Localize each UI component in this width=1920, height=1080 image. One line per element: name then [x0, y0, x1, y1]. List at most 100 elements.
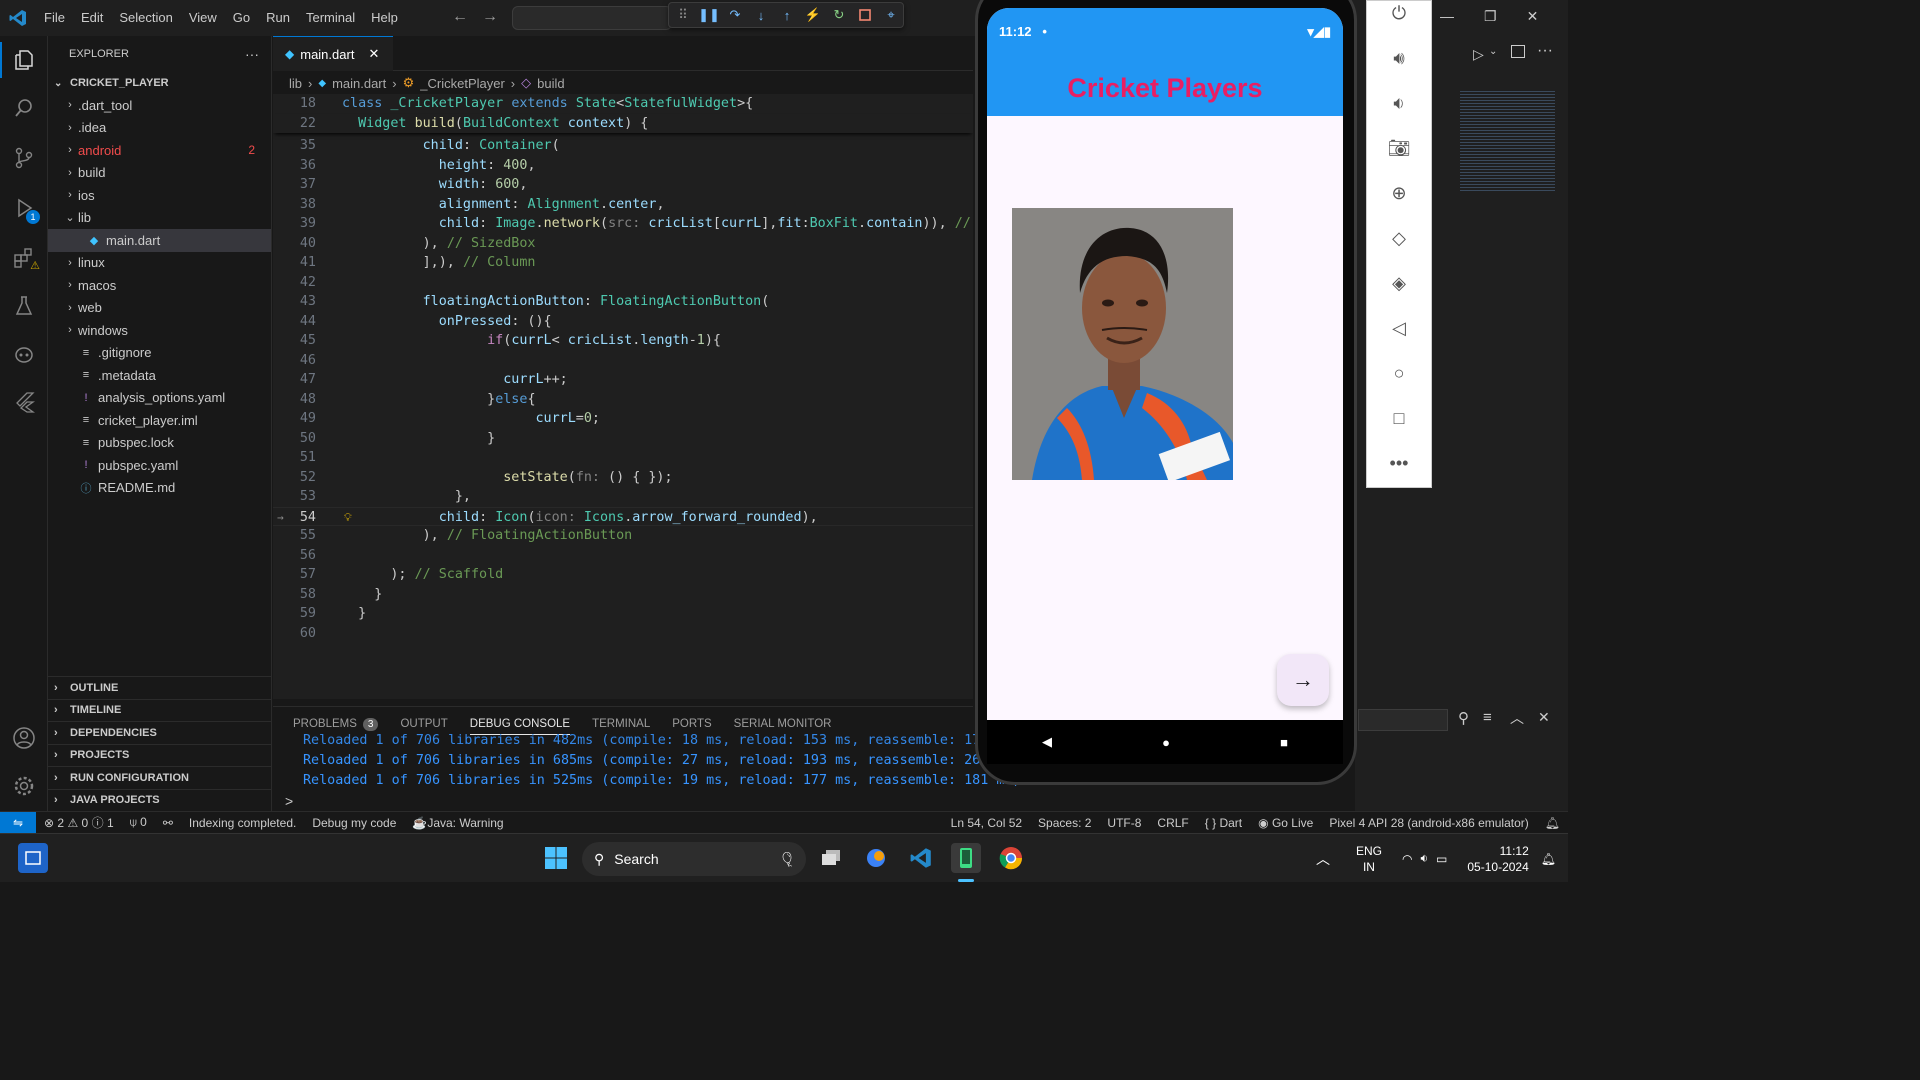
- rotate-left-icon[interactable]: ◇: [1367, 216, 1431, 261]
- file-tree-item[interactable]: ! pubspec.yaml: [48, 454, 271, 477]
- menu-view[interactable]: View: [181, 0, 225, 36]
- language-mode[interactable]: { } Dart: [1197, 816, 1250, 830]
- menu-terminal[interactable]: Terminal: [298, 0, 363, 36]
- copilot-taskbar-icon[interactable]: [861, 843, 891, 873]
- extensions-icon[interactable]: ⚠: [0, 236, 48, 280]
- chrome-taskbar-icon[interactable]: [996, 843, 1026, 873]
- tab-main-dart[interactable]: ◆ main.dart ✕: [273, 36, 393, 71]
- close-tab-icon[interactable]: ✕: [368, 46, 379, 62]
- code-line[interactable]: 38 alignment: Alignment.center,: [273, 195, 973, 215]
- language-indicator[interactable]: ENG IN: [1356, 843, 1382, 875]
- forward-arrow-icon[interactable]: →: [482, 8, 498, 26]
- console-prompt[interactable]: >: [285, 793, 293, 809]
- file-tree-item[interactable]: ◆ main.dart: [48, 229, 271, 252]
- go-live[interactable]: ◉ Go Live: [1250, 816, 1321, 830]
- encoding[interactable]: UTF-8: [1099, 816, 1149, 830]
- cursor-position[interactable]: Ln 54, Col 52: [943, 816, 1030, 830]
- android-emulator-taskbar-icon[interactable]: [951, 843, 981, 873]
- file-tree-item[interactable]: ≡ cricket_player.iml: [48, 409, 271, 432]
- section-timeline[interactable]: › TIMELINE: [48, 698, 272, 722]
- drag-handle-icon[interactable]: ⠿: [675, 7, 691, 23]
- run-icon[interactable]: ▷: [1473, 46, 1484, 63]
- nav-recents-icon[interactable]: ■: [1280, 735, 1288, 750]
- home-icon[interactable]: ○: [1367, 351, 1431, 396]
- volume-up-icon[interactable]: 🔊︎: [1367, 36, 1431, 81]
- next-player-fab[interactable]: →: [1277, 654, 1329, 706]
- rotate-right-icon[interactable]: ◈: [1367, 261, 1431, 306]
- code-line[interactable]: 40 ), // SizedBox: [273, 234, 973, 254]
- step-out-icon[interactable]: ↑: [779, 7, 795, 23]
- clock[interactable]: 11:12 05-10-2024: [1467, 843, 1528, 875]
- taskbar-search[interactable]: ⚲ Search 🎈︎: [582, 842, 806, 876]
- search-icon[interactable]: [0, 86, 48, 130]
- remote-indicator-icon[interactable]: ⇋: [0, 811, 36, 834]
- code-line[interactable]: 48 }else{: [273, 390, 973, 410]
- breadcrumb-method[interactable]: build: [537, 76, 564, 91]
- menu-run[interactable]: Run: [258, 0, 298, 36]
- code-line[interactable]: 35 child: Container(: [273, 136, 973, 156]
- code-line[interactable]: 58 }: [273, 585, 973, 605]
- manage-gear-icon[interactable]: [0, 764, 48, 808]
- windows-start-icon[interactable]: [541, 843, 571, 873]
- ports-status[interactable]: ⍦ 0: [122, 815, 155, 830]
- code-line[interactable]: 47 currL++;: [273, 370, 973, 390]
- code-line[interactable]: 37 width: 600,: [273, 175, 973, 195]
- problems-status[interactable]: ⊗ 2 ⚠ 0 ⓘ 1: [36, 814, 122, 831]
- java-status[interactable]: ☕Java: Warning: [404, 816, 511, 830]
- menu-go[interactable]: Go: [225, 0, 258, 36]
- restore-window-icon[interactable]: ❐: [1484, 8, 1497, 25]
- tab-terminal[interactable]: TERMINAL: [592, 713, 650, 735]
- file-tree-item[interactable]: › windows: [48, 319, 271, 342]
- pause-icon[interactable]: ❚❚: [698, 7, 720, 23]
- tab-problems[interactable]: PROBLEMS 3: [293, 713, 379, 735]
- menu-selection[interactable]: Selection: [111, 0, 180, 36]
- source-control-icon[interactable]: [0, 136, 48, 180]
- minimize-window-icon[interactable]: —: [1440, 8, 1454, 25]
- zoom-icon[interactable]: ⊕: [1367, 171, 1431, 216]
- code-line[interactable]: 56: [273, 546, 973, 566]
- code-line[interactable]: 52 setState(fn: () { });: [273, 468, 973, 488]
- code-line[interactable]: 42: [273, 273, 973, 293]
- line-ending[interactable]: CRLF: [1149, 816, 1196, 830]
- file-tree-item[interactable]: ⓘ README.md: [48, 477, 271, 500]
- debug-launch-icon[interactable]: ⚯: [155, 816, 181, 830]
- file-tree-item[interactable]: ≡ .gitignore: [48, 342, 271, 365]
- breadcrumb-file[interactable]: main.dart: [332, 76, 386, 91]
- run-debug-icon[interactable]: 1: [0, 186, 48, 230]
- more-actions-icon[interactable]: ···: [1537, 42, 1553, 60]
- wifi-icon[interactable]: ◠: [1402, 852, 1412, 866]
- tab-output[interactable]: OUTPUT: [400, 713, 447, 735]
- file-tree-item[interactable]: › .dart_tool: [48, 94, 271, 117]
- code-line[interactable]: 39 child: Image.network(src: cricList[cu…: [273, 214, 973, 234]
- code-line[interactable]: 55 ), // FloatingActionButton: [273, 526, 973, 546]
- step-into-icon[interactable]: ↓: [753, 7, 769, 23]
- lightbulb-icon[interactable]: 💡︎: [344, 508, 352, 528]
- volume-icon[interactable]: 🔉︎: [1420, 851, 1428, 866]
- sticky-scroll-line[interactable]: 22 Widget build(BuildContext context) {: [273, 113, 973, 133]
- code-line[interactable]: 54 child: Icon(icon: Icons.arrow_forward…: [273, 506, 973, 528]
- split-editor-icon[interactable]: [1511, 45, 1525, 58]
- filter-lines-icon[interactable]: ≡: [1483, 709, 1492, 726]
- code-line[interactable]: 53 },: [273, 487, 973, 507]
- restart-icon[interactable]: ↻: [831, 7, 847, 23]
- file-tree-item[interactable]: › .idea: [48, 117, 271, 140]
- code-line[interactable]: 59 }: [273, 604, 973, 624]
- menu-file[interactable]: File: [36, 0, 73, 36]
- nav-back-icon[interactable]: ◀: [1042, 734, 1052, 750]
- volume-down-icon[interactable]: 🔉︎: [1367, 81, 1431, 126]
- section-dependencies[interactable]: › DEPENDENCIES: [48, 721, 272, 744]
- file-tree-item[interactable]: ⌄ lib: [48, 207, 271, 230]
- code-line[interactable]: 44 onPressed: (){: [273, 312, 973, 332]
- menu-help[interactable]: Help: [363, 0, 406, 36]
- chevron-down-icon[interactable]: ⌄: [1489, 46, 1497, 57]
- code-editor[interactable]: 18 class _CricketPlayer extends State<Sta…: [273, 94, 973, 699]
- code-line[interactable]: 51: [273, 448, 973, 468]
- notification-bell-icon[interactable]: 🔔︎: [1541, 852, 1556, 866]
- maximize-panel-icon[interactable]: ︿: [1510, 708, 1524, 728]
- panel-search-field[interactable]: [1358, 709, 1448, 731]
- menu-edit[interactable]: Edit: [73, 0, 111, 36]
- accounts-icon[interactable]: [0, 716, 48, 760]
- devtools-icon[interactable]: ⌖: [883, 7, 899, 23]
- code-line[interactable]: 43 floatingActionButton: FloatingActionB…: [273, 292, 973, 312]
- hot-reload-icon[interactable]: ⚡: [805, 7, 821, 23]
